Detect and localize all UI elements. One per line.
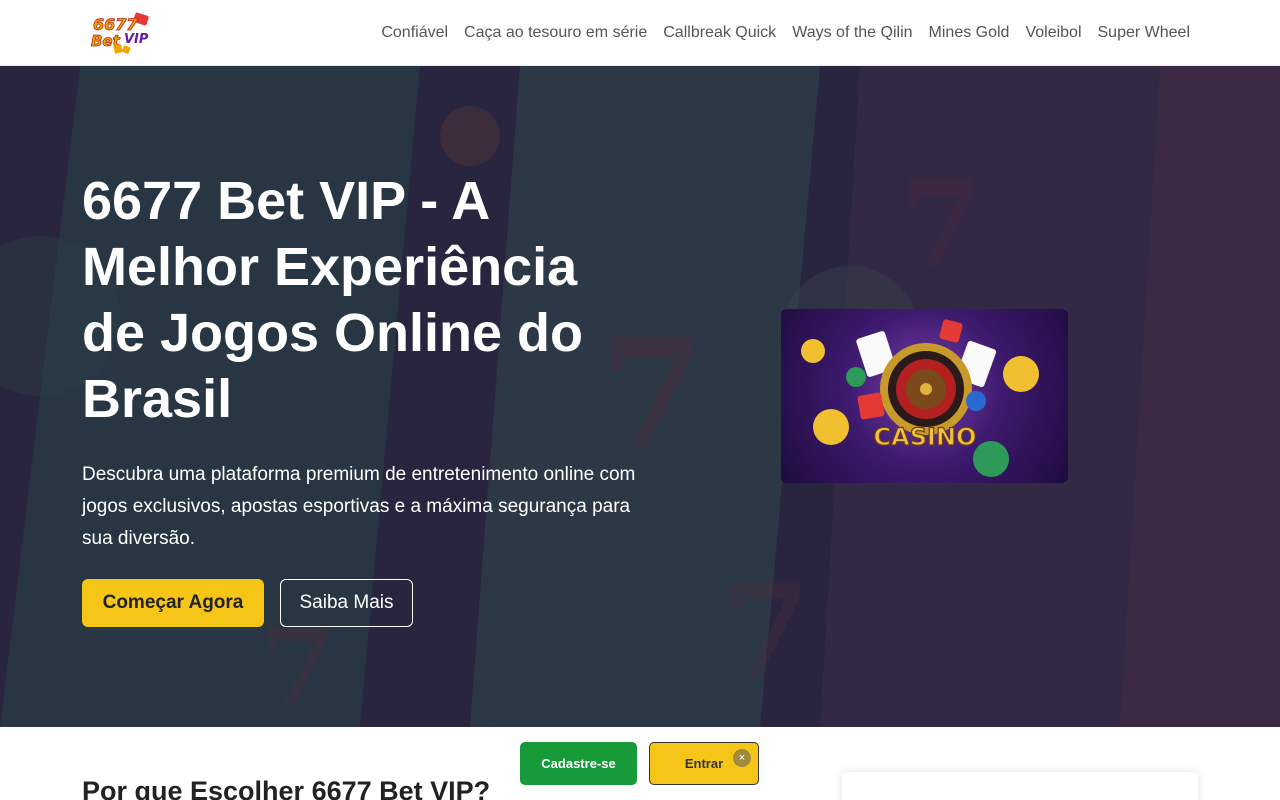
casino-image: CASINO [781,309,1068,483]
hero-title: 6677 Bet VIP - A Melhor Experiência de J… [82,171,584,429]
nav-link-voleibol[interactable]: Voleibol [1025,24,1081,42]
register-button[interactable]: Cadastre-se [520,742,637,785]
nav-link-caca-ao-tesouro[interactable]: Caça ao tesouro em série [464,24,647,42]
learn-more-button[interactable]: Saiba Mais [280,579,413,627]
nav-link-ways-of-the-qilin[interactable]: Ways of the Qilin [792,24,912,42]
casino-image-text: CASINO [874,423,977,451]
start-now-button[interactable]: Começar Agora [82,579,264,627]
nav-link-callbreak-quick[interactable]: Callbreak Quick [663,24,776,42]
site-logo[interactable]: 6677 Bet VIP [90,12,156,54]
hero-description: Descubra uma plataforma premium de entre… [82,464,636,549]
main-nav: Confiável Caça ao tesouro em série Callb… [381,0,1190,66]
svg-text:VIP: VIP [124,32,149,47]
features-title: Por que Escolher 6677 Bet VIP? [82,776,491,800]
hero-section: 7 7 7 7 6677 Bet VIP - A Melhor Experiên… [0,66,1280,727]
nav-link-mines-gold[interactable]: Mines Gold [929,24,1010,42]
side-card [842,772,1198,800]
site-header: 6677 Bet VIP Confiável Caça ao tesouro e… [0,0,1280,66]
nav-link-confiavel[interactable]: Confiável [381,24,448,42]
close-icon[interactable]: × [733,749,751,767]
roulette-icon: CASINO [801,319,1039,477]
nav-link-super-wheel[interactable]: Super Wheel [1098,24,1191,42]
